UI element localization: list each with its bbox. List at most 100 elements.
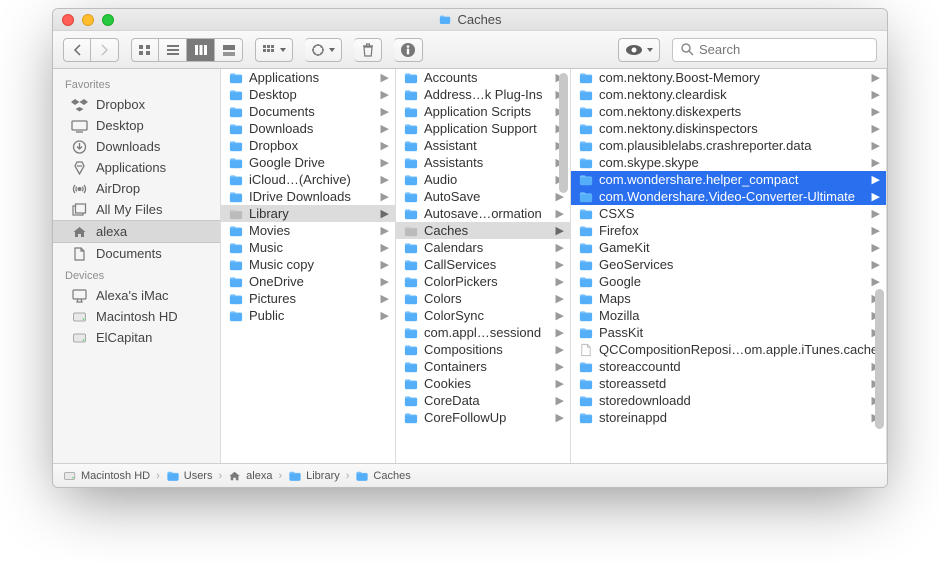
file-row[interactable]: com.nektony.diskinspectors▶ — [571, 120, 886, 137]
search-input[interactable] — [672, 38, 877, 62]
forward-button[interactable] — [91, 38, 119, 62]
file-row[interactable]: PassKit▶ — [571, 324, 886, 341]
file-row[interactable]: Movies▶ — [221, 222, 395, 239]
file-row[interactable]: Containers▶ — [396, 358, 570, 375]
sidebar-item-macintosh-hd[interactable]: Macintosh HD — [53, 306, 220, 327]
file-row[interactable]: QCCompositionReposi…om.apple.iTunes.cach… — [571, 341, 886, 358]
file-row[interactable]: Autosave…ormation▶ — [396, 205, 570, 222]
sidebar-item-airdrop[interactable]: AirDrop — [53, 178, 220, 199]
file-row[interactable]: Maps▶ — [571, 290, 886, 307]
file-row[interactable]: com.appl…sessiond▶ — [396, 324, 570, 341]
column-0[interactable]: Applications▶Desktop▶Documents▶Downloads… — [221, 69, 396, 463]
file-row[interactable]: com.Wondershare.Video-Converter-Ultimate… — [571, 188, 886, 205]
maximize-button[interactable] — [102, 14, 114, 26]
file-row[interactable]: CallServices▶ — [396, 256, 570, 273]
file-row[interactable]: CSXS▶ — [571, 205, 886, 222]
trash-button[interactable] — [354, 38, 382, 62]
column-1[interactable]: Accounts▶Address…k Plug-Ins▶Application … — [396, 69, 571, 463]
sidebar-item-elcapitan[interactable]: ElCapitan — [53, 327, 220, 348]
file-row[interactable]: Calendars▶ — [396, 239, 570, 256]
file-row[interactable]: Application Scripts▶ — [396, 103, 570, 120]
file-row[interactable]: Public▶ — [221, 307, 395, 324]
file-row[interactable]: Application Support▶ — [396, 120, 570, 137]
view-switcher — [131, 38, 243, 62]
view-coverflow-button[interactable] — [215, 38, 243, 62]
sidebar[interactable]: FavoritesDropboxDesktopDownloadsApplicat… — [53, 69, 221, 463]
path-segment[interactable]: Caches — [355, 470, 410, 482]
scrollbar-thumb[interactable] — [559, 73, 568, 193]
file-row[interactable]: storedownloadd▶ — [571, 392, 886, 409]
action-button[interactable] — [305, 38, 342, 62]
path-segment[interactable]: Macintosh HD — [63, 470, 150, 482]
file-row[interactable]: Music copy▶ — [221, 256, 395, 273]
file-row[interactable]: Downloads▶ — [221, 120, 395, 137]
file-row[interactable]: com.nektony.cleardisk▶ — [571, 86, 886, 103]
file-row[interactable]: storeinappd▶ — [571, 409, 886, 426]
file-row[interactable]: ColorPickers▶ — [396, 273, 570, 290]
file-row[interactable]: Mozilla▶ — [571, 307, 886, 324]
file-row[interactable]: com.nektony.Boost-Memory▶ — [571, 69, 886, 86]
file-row[interactable]: storeaccountd▶ — [571, 358, 886, 375]
info-button[interactable] — [394, 38, 423, 62]
file-row[interactable]: com.plausiblelabs.crashreporter.data▶ — [571, 137, 886, 154]
file-row[interactable]: com.wondershare.helper_compact▶ — [571, 171, 886, 188]
file-row[interactable]: iCloud…(Archive)▶ — [221, 171, 395, 188]
file-row[interactable]: Compositions▶ — [396, 341, 570, 358]
folder-icon — [438, 14, 452, 25]
file-row[interactable]: OneDrive▶ — [221, 273, 395, 290]
view-column-button[interactable] — [187, 38, 215, 62]
path-segment[interactable]: alexa — [228, 470, 272, 482]
sidebar-item-dropbox[interactable]: Dropbox — [53, 94, 220, 115]
path-bar[interactable]: Macintosh HD›Users›alexa›Library›Caches — [53, 463, 887, 487]
file-row[interactable]: ColorSync▶ — [396, 307, 570, 324]
file-row[interactable]: IDrive Downloads▶ — [221, 188, 395, 205]
file-row[interactable]: CoreData▶ — [396, 392, 570, 409]
sidebar-item-alexa[interactable]: alexa — [53, 220, 220, 243]
file-row[interactable]: Library▶ — [221, 205, 395, 222]
file-row[interactable]: Dropbox▶ — [221, 137, 395, 154]
file-row[interactable]: CoreFollowUp▶ — [396, 409, 570, 426]
file-row[interactable]: storeassetd▶ — [571, 375, 886, 392]
file-row[interactable]: GeoServices▶ — [571, 256, 886, 273]
folder-icon — [404, 241, 418, 255]
file-row[interactable]: Cookies▶ — [396, 375, 570, 392]
file-row[interactable]: Assistant▶ — [396, 137, 570, 154]
close-button[interactable] — [62, 14, 74, 26]
sidebar-item-documents[interactable]: Documents — [53, 243, 220, 264]
file-row[interactable]: com.nektony.diskexperts▶ — [571, 103, 886, 120]
minimize-button[interactable] — [82, 14, 94, 26]
sidebar-item-applications[interactable]: Applications — [53, 157, 220, 178]
scrollbar-thumb[interactable] — [875, 289, 884, 429]
file-row[interactable]: Audio▶ — [396, 171, 570, 188]
file-row[interactable]: Google Drive▶ — [221, 154, 395, 171]
file-row[interactable]: Pictures▶ — [221, 290, 395, 307]
file-row[interactable]: Music▶ — [221, 239, 395, 256]
column-2[interactable]: com.nektony.Boost-Memory▶com.nektony.cle… — [571, 69, 887, 463]
file-row[interactable]: Google▶ — [571, 273, 886, 290]
file-row[interactable]: AutoSave▶ — [396, 188, 570, 205]
path-segment[interactable]: Library — [288, 470, 340, 482]
sidebar-item-all-my-files[interactable]: All My Files — [53, 199, 220, 220]
back-button[interactable] — [63, 38, 91, 62]
arrange-button[interactable] — [255, 38, 293, 62]
file-row[interactable]: GameKit▶ — [571, 239, 886, 256]
view-list-button[interactable] — [159, 38, 187, 62]
file-row[interactable]: Desktop▶ — [221, 86, 395, 103]
file-row[interactable]: Address…k Plug-Ins▶ — [396, 86, 570, 103]
file-row[interactable]: Firefox▶ — [571, 222, 886, 239]
share-button[interactable] — [618, 38, 660, 62]
titlebar[interactable]: Caches — [53, 9, 887, 31]
file-row[interactable]: Assistants▶ — [396, 154, 570, 171]
file-row[interactable]: Accounts▶ — [396, 69, 570, 86]
path-segment[interactable]: Users — [166, 470, 213, 482]
file-row[interactable]: com.skype.skype▶ — [571, 154, 886, 171]
sidebar-item-downloads[interactable]: Downloads — [53, 136, 220, 157]
folder-icon — [229, 224, 243, 238]
file-row[interactable]: Caches▶ — [396, 222, 570, 239]
sidebar-item-desktop[interactable]: Desktop — [53, 115, 220, 136]
file-row[interactable]: Documents▶ — [221, 103, 395, 120]
sidebar-item-alexa-s-imac[interactable]: Alexa's iMac — [53, 285, 220, 306]
file-row[interactable]: Applications▶ — [221, 69, 395, 86]
view-icon-button[interactable] — [131, 38, 159, 62]
file-row[interactable]: Colors▶ — [396, 290, 570, 307]
